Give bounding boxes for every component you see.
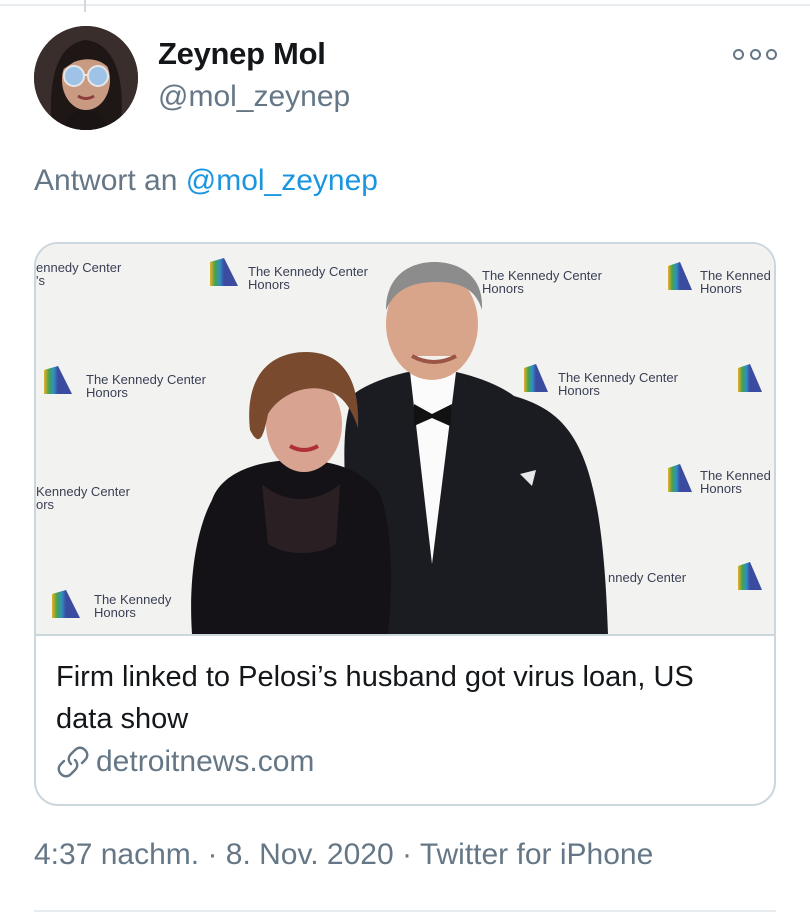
svg-text:'s: 's <box>36 273 45 288</box>
card-image[interactable]: The Kennedy Center Honors The Kennedy Ce… <box>36 244 774 634</box>
more-dot-icon <box>733 48 744 60</box>
card-domain-row[interactable]: detroitnews.com <box>56 742 314 782</box>
svg-text:Honors: Honors <box>700 281 742 296</box>
svg-text:Honors: Honors <box>248 277 290 292</box>
thread-connector <box>84 0 86 12</box>
bottom-divider <box>34 910 776 912</box>
author-handle[interactable]: @mol_zeynep <box>158 80 350 114</box>
avatar[interactable] <box>34 26 138 130</box>
more-options-icon[interactable] <box>733 44 777 64</box>
reply-context: Antwort an @mol_zeynep <box>34 164 378 198</box>
more-dot-icon <box>749 48 761 60</box>
link-card[interactable]: The Kennedy Center Honors The Kennedy Ce… <box>34 242 776 806</box>
svg-text:ors: ors <box>36 497 55 512</box>
meta-separator: · <box>207 838 226 871</box>
meta-separator: · <box>402 838 420 871</box>
tweet-meta: 4:37 nachm. · 8. Nov. 2020 · Twitter for… <box>34 838 653 872</box>
reply-mention-link[interactable]: @mol_zeynep <box>186 164 378 197</box>
svg-text:Honors: Honors <box>86 385 128 400</box>
tweet-detail: Zeynep Mol @mol_zeynep Antwort an @mol_z… <box>0 0 810 919</box>
svg-text:Honors: Honors <box>94 605 136 620</box>
card-title[interactable]: Firm linked to Pelosi’s husband got viru… <box>56 656 756 740</box>
tweet-date[interactable]: 8. Nov. 2020 <box>226 838 394 871</box>
top-divider <box>0 4 810 6</box>
more-dot-icon <box>766 48 777 60</box>
card-divider <box>36 634 774 636</box>
svg-text:Honors: Honors <box>558 383 600 398</box>
svg-text:ennedy Center: ennedy Center <box>36 260 122 275</box>
svg-text:Honors: Honors <box>482 281 524 296</box>
link-icon <box>57 746 89 778</box>
tweet-source[interactable]: Twitter for iPhone <box>420 838 653 871</box>
reply-prefix: Antwort an <box>34 164 178 197</box>
card-domain: detroitnews.com <box>96 745 315 778</box>
svg-text:nnedy Center: nnedy Center <box>608 570 687 585</box>
author-display-name[interactable]: Zeynep Mol <box>158 36 326 72</box>
tweet-time[interactable]: 4:37 nachm. <box>34 838 199 871</box>
svg-text:Honors: Honors <box>700 481 742 496</box>
